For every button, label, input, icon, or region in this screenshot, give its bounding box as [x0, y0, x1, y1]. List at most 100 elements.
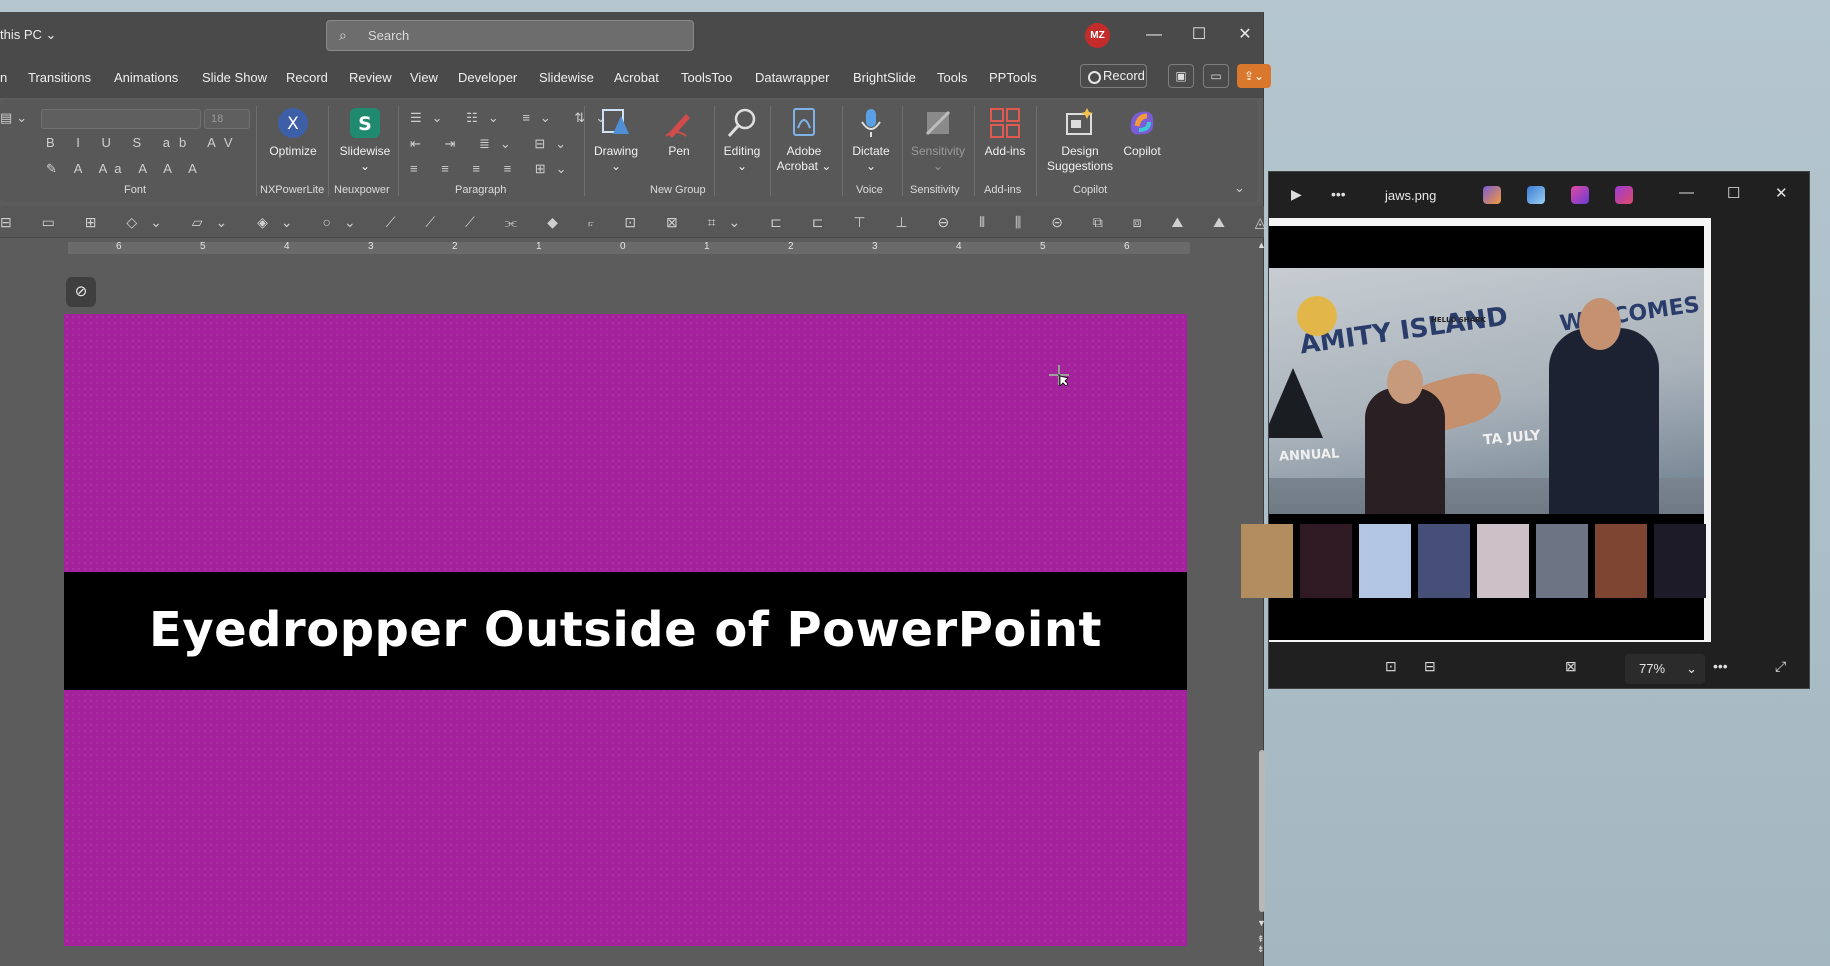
- avatar[interactable]: MZ: [1085, 23, 1110, 48]
- person-right-head: [1579, 298, 1621, 350]
- tab-slidewise[interactable]: Slidewise: [539, 70, 594, 85]
- record-button[interactable]: Record: [1080, 64, 1147, 88]
- adobe-acrobat-button[interactable]: Adobe Acrobat ⌄: [774, 106, 834, 174]
- font-name-box[interactable]: [41, 109, 201, 129]
- tab-datawrapper[interactable]: Datawrapper: [755, 70, 829, 85]
- slideshow-icon[interactable]: ▶: [1291, 186, 1302, 203]
- quick-access-toolbar: ⊟ ▭ ⊞ ◇⌄ ▱⌄ ◈⌄ ○⌄ ⟋ ⟋ ⟋ ⫘ ◆ ⟔ ⊡ ⊠ ⌗⌄ ⊏ ⊏…: [0, 206, 1669, 238]
- font-style-icons[interactable]: B I U S ab AV: [46, 135, 242, 150]
- designer-icon[interactable]: [1571, 186, 1589, 204]
- ruler-number: 4: [956, 241, 962, 252]
- minimize-icon[interactable]: —: [1679, 184, 1694, 201]
- fullscreen-icon[interactable]: ⤢: [1775, 658, 1786, 675]
- dictate-button[interactable]: Dictate ⌄: [848, 106, 894, 174]
- separator: [398, 106, 399, 196]
- crop-icon[interactable]: ⊡: [1385, 658, 1397, 675]
- tab-animations[interactable]: Animations: [114, 70, 178, 85]
- tab-review[interactable]: Review: [349, 70, 392, 85]
- billboard-text-july: TA JULY: [1482, 427, 1542, 449]
- ruler-number: 5: [200, 241, 206, 252]
- pen-button[interactable]: Pen: [656, 106, 702, 159]
- list-icons[interactable]: ☰⌄ ☷⌄ ≡⌄ ⇅⌄: [410, 110, 616, 126]
- share-icon[interactable]: ⇪⌄: [1237, 64, 1271, 88]
- collapse-ribbon-icon[interactable]: ⌄: [1234, 180, 1253, 196]
- movie-still: AMITY ISLAND WELCOMES YOU ANNUAL TA JULY…: [1269, 268, 1704, 514]
- person-right: [1549, 328, 1659, 514]
- ruler-number: 1: [704, 241, 710, 252]
- person-left-head: [1387, 360, 1423, 404]
- ruler-number: 5: [1040, 241, 1046, 252]
- color-swatch: [1300, 524, 1352, 598]
- svg-text:X: X: [287, 114, 299, 134]
- pen-icon: [665, 114, 690, 138]
- image-edit-icon[interactable]: [1527, 186, 1545, 204]
- viewer-title-bar: ▶ ••• jaws.png — ☐ ✕: [1269, 172, 1809, 218]
- separator: [584, 106, 585, 196]
- separator: [1036, 106, 1037, 196]
- drawing-button[interactable]: Drawing ⌄: [590, 106, 642, 174]
- slide-copilot-icon[interactable]: ⊘: [66, 277, 96, 307]
- separator: [770, 106, 771, 196]
- editing-button[interactable]: Editing ⌄: [718, 106, 766, 174]
- scroll-up-icon[interactable]: ▲: [1257, 240, 1266, 250]
- more-options-icon[interactable]: •••: [1331, 186, 1346, 202]
- addins-button[interactable]: Add-ins: [980, 106, 1030, 159]
- jaws-image: AMITY ISLAND WELCOMES YOU ANNUAL TA JULY…: [1241, 226, 1706, 640]
- clipchamp-icon[interactable]: [1615, 186, 1633, 204]
- separator: [328, 106, 329, 196]
- font-color-icons[interactable]: ✎ A Aa A A A: [46, 161, 204, 177]
- close-icon[interactable]: ✕: [1775, 184, 1788, 202]
- color-swatch: [1241, 524, 1293, 598]
- close-icon[interactable]: ✕: [1227, 22, 1263, 48]
- separator: [256, 106, 257, 196]
- slidewise-button[interactable]: S Slidewise ⌄: [336, 106, 394, 174]
- present-teams-icon[interactable]: ▣: [1168, 64, 1194, 88]
- scroll-thumb[interactable]: [1259, 750, 1265, 912]
- minimize-icon[interactable]: —: [1136, 22, 1172, 48]
- text-recognition-icon[interactable]: ⊟: [1424, 658, 1436, 675]
- font-size-box[interactable]: 18: [204, 109, 250, 129]
- tab-pptools[interactable]: PPTools: [989, 70, 1037, 85]
- tab-transitions[interactable]: Transitions: [28, 70, 91, 85]
- copilot-button[interactable]: Copilot: [1114, 106, 1170, 159]
- copilot-icon[interactable]: [1483, 186, 1501, 204]
- svg-text:S: S: [358, 113, 372, 135]
- zoom-dropdown[interactable]: 77% ⌄: [1625, 654, 1705, 684]
- comments-icon[interactable]: ▭: [1203, 64, 1229, 88]
- align-icons[interactable]: ≡ ≡ ≡ ≡ ⊞⌄: [410, 161, 577, 177]
- separator: [974, 106, 975, 196]
- color-swatch: [1654, 524, 1706, 598]
- maximize-icon[interactable]: ☐: [1727, 184, 1740, 202]
- design-suggestions-button[interactable]: Design Suggestions: [1040, 106, 1120, 174]
- maximize-icon[interactable]: ☐: [1181, 22, 1217, 48]
- scroll-down-icon[interactable]: ▼: [1257, 918, 1266, 928]
- search-box[interactable]: ⌕ Search: [326, 20, 694, 51]
- group-font: Font: [124, 184, 147, 196]
- tab-slide-show[interactable]: Slide Show: [202, 70, 267, 85]
- tab-design[interactable]: n: [0, 70, 7, 85]
- tab-record[interactable]: Record: [286, 70, 328, 85]
- group-new-group: New Group: [650, 184, 706, 196]
- ribbon-tabs: n Transitions Animations Slide Show Reco…: [0, 58, 1271, 98]
- indent-icons[interactable]: ⇤ ⇥ ≣⌄ ⊟⌄: [410, 136, 576, 152]
- slide-canvas[interactable]: Eyedropper Outside of PowerPoint: [64, 314, 1187, 946]
- page-nav-icons[interactable]: ⇞ ⇟: [1257, 934, 1265, 954]
- tab-tools[interactable]: Tools: [937, 70, 967, 85]
- tab-toolstoo[interactable]: ToolsToo: [681, 70, 732, 85]
- separator: [842, 106, 843, 196]
- optimize-button[interactable]: X Optimize: [266, 106, 320, 159]
- tab-brightslide[interactable]: BrightSlide: [853, 70, 916, 85]
- vertical-scrollbar[interactable]: ▲ ▼ ⇞ ⇟: [1256, 238, 1268, 966]
- tab-acrobat[interactable]: Acrobat: [614, 70, 659, 85]
- copilot-icon: [1130, 111, 1154, 135]
- sensitivity-button: Sensitivity ⌄: [906, 106, 970, 174]
- viewer-bottom-bar: ⊡ ⊟ ⊠ 77% ⌄ ••• ⤢: [1269, 648, 1809, 688]
- save-location[interactable]: this PC ⌄: [0, 27, 56, 43]
- fit-screen-icon[interactable]: ⊠: [1565, 658, 1577, 675]
- tab-developer[interactable]: Developer: [458, 70, 517, 85]
- eyedropper-cursor-icon: [1049, 365, 1069, 386]
- tab-view[interactable]: View: [410, 70, 438, 85]
- separator: [714, 106, 715, 196]
- more-options-icon[interactable]: •••: [1713, 658, 1728, 674]
- slide-title[interactable]: Eyedropper Outside of PowerPoint: [64, 602, 1187, 658]
